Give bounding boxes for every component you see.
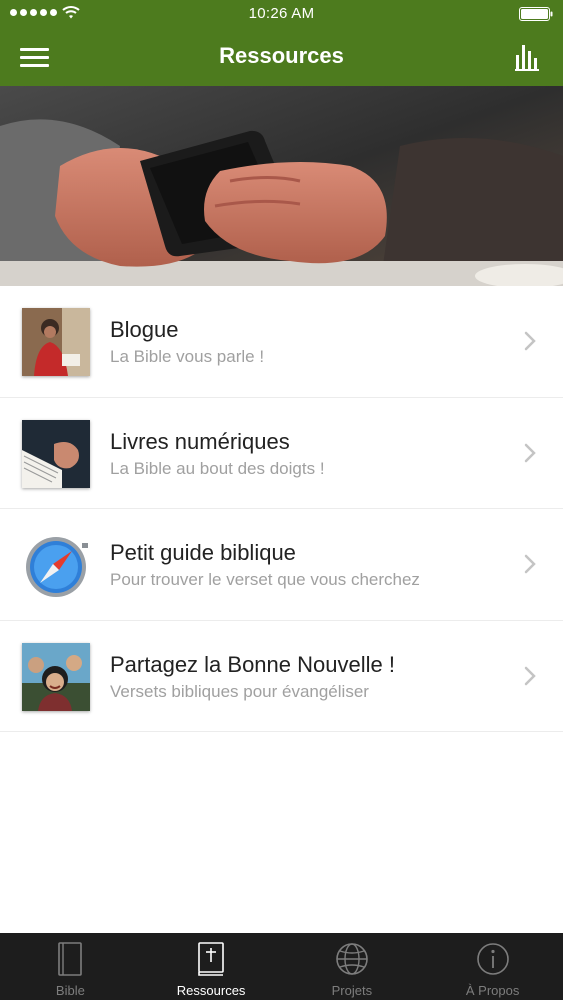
list-item-title: Partagez la Bonne Nouvelle ! xyxy=(110,651,395,677)
chevron-right-icon xyxy=(524,666,536,685)
top-bar: 10:26 AM Ressources xyxy=(0,0,563,86)
hands-holding-phone-photo xyxy=(0,86,563,286)
compass-icon xyxy=(22,531,90,599)
tab-label: Ressources xyxy=(176,983,246,998)
list-item-subtitle: La Bible au bout des doigts ! xyxy=(110,458,325,478)
chevron-right-icon xyxy=(524,331,536,351)
status-time: 10:26 AM xyxy=(248,5,315,22)
list-item-subtitle: Versets bibliques pour évangéliser xyxy=(110,681,369,701)
bible-cross-icon xyxy=(198,942,224,976)
navigation-bar: Ressources xyxy=(0,30,563,86)
tab-ressources[interactable]: Ressources xyxy=(141,933,282,1000)
tab-label: Projets xyxy=(331,983,373,998)
info-icon xyxy=(476,943,509,975)
page-title: Ressources xyxy=(219,43,344,68)
chevron-right-icon xyxy=(524,443,536,462)
hero-image xyxy=(0,86,563,286)
status-bar: 10:26 AM xyxy=(0,0,563,30)
woman-reading-photo xyxy=(22,308,90,376)
bar-chart-icon[interactable] xyxy=(513,42,543,72)
tab-bar: Bible Ressources Projets À Propos xyxy=(0,933,563,1000)
list-item-partagez-bonne-nouvelle[interactable]: Partagez la Bonne Nouvelle ! Versets bib… xyxy=(0,621,563,732)
tab-bible[interactable]: Bible xyxy=(0,933,141,1000)
tab-a-propos[interactable]: À Propos xyxy=(422,933,563,1000)
list-item-title: Livres numériques xyxy=(110,428,290,454)
book-icon xyxy=(58,942,83,976)
app-screen: 10:26 AM Ressources Blogue La Bible vous… xyxy=(0,0,563,1000)
list-item-subtitle: Pour trouver le verset que vous cherchez xyxy=(110,570,420,589)
resources-list: Blogue La Bible vous parle ! Livres numé… xyxy=(0,286,563,732)
chevron-right-icon xyxy=(524,554,536,574)
list-item-title: Petit guide biblique xyxy=(110,540,296,565)
list-item-livres-numeriques[interactable]: Livres numériques La Bible au bout des d… xyxy=(0,398,563,509)
list-item-subtitle: La Bible vous parle ! xyxy=(110,347,265,366)
list-item-petit-guide-biblique[interactable]: Petit guide biblique Pour trouver le ver… xyxy=(0,509,563,621)
tab-label: Bible xyxy=(55,983,85,998)
list-item-title: Blogue xyxy=(110,317,179,342)
people-smiling-photo xyxy=(22,642,90,711)
list-item-blogue[interactable]: Blogue La Bible vous parle ! xyxy=(0,286,563,398)
globe-icon xyxy=(336,943,368,975)
tab-label: À Propos xyxy=(465,983,520,998)
tab-projets[interactable]: Projets xyxy=(282,933,423,1000)
battery-icon xyxy=(519,7,553,21)
tablet-book-photo xyxy=(22,419,90,488)
